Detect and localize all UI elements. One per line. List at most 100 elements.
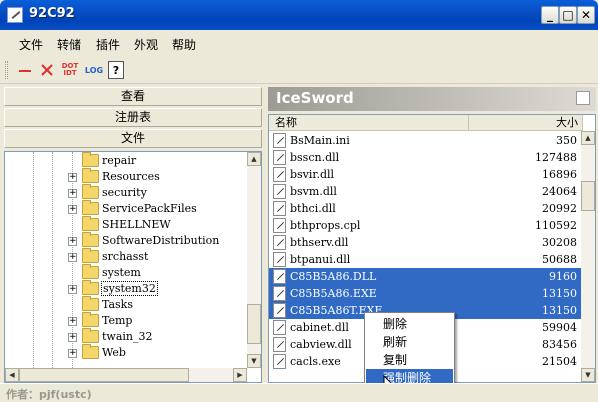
file-name: bsvir.dll <box>290 168 335 181</box>
file-row[interactable]: BsMain.ini 350 <box>269 132 583 149</box>
file-size: 83456 <box>542 338 577 351</box>
app-icon <box>7 7 23 23</box>
tree-item[interactable]: SHELLNEW <box>5 216 250 233</box>
tree-item-label: security <box>102 186 147 199</box>
scroll-up-arrow-icon[interactable]: ▲ <box>581 131 595 145</box>
tree-item-label: Web <box>102 346 126 359</box>
folder-icon <box>82 216 99 231</box>
idt-label: IDT <box>63 69 77 77</box>
expand-toggle[interactable]: + <box>68 349 77 358</box>
context-copy[interactable]: 复制 <box>366 351 453 369</box>
menu-plugins[interactable]: 插件 <box>96 36 120 53</box>
nav-files-button[interactable]: 文件 <box>4 129 262 148</box>
scroll-up-arrow-icon[interactable]: ▲ <box>247 152 261 166</box>
scroll-down-arrow-icon[interactable]: ▼ <box>581 368 595 382</box>
nav-registry-button[interactable]: 注册表 <box>4 108 262 127</box>
minimize-button[interactable]: _ <box>541 6 559 24</box>
left-pane: 查看 注册表 文件 repair + Resources + security … <box>4 87 262 383</box>
scroll-left-arrow-icon[interactable]: ◀ <box>5 368 19 382</box>
file-row[interactable]: bthci.dll 20992 <box>269 200 583 217</box>
expand-toggle[interactable]: + <box>68 285 77 294</box>
expand-toggle[interactable]: + <box>68 237 77 246</box>
file-icon <box>273 337 286 352</box>
tree-item-label: system <box>102 266 141 279</box>
expand-toggle[interactable]: + <box>68 317 77 326</box>
tree-item[interactable]: Tasks <box>5 296 250 313</box>
nav-view-button[interactable]: 查看 <box>4 87 262 106</box>
scroll-right-arrow-icon[interactable]: ▶ <box>233 368 247 382</box>
expand-toggle[interactable]: + <box>68 333 77 342</box>
file-row-selected[interactable]: C85B5A86.EXE 13150 <box>269 285 583 302</box>
tree-item[interactable]: + security <box>5 184 250 201</box>
file-row[interactable]: bthprops.cpl 110592 <box>269 217 583 234</box>
tree-vertical-scrollbar[interactable]: ▲ ▼ <box>247 152 261 368</box>
file-icon <box>273 167 286 182</box>
file-row-selected[interactable]: C85B5A86.DLL 9160 <box>269 268 583 285</box>
tree-item[interactable]: + Resources <box>5 168 250 185</box>
file-row[interactable]: bsscn.dll 127488 <box>269 149 583 166</box>
expand-toggle[interactable]: + <box>68 173 77 182</box>
scrollbar-thumb[interactable] <box>19 368 189 382</box>
author-credit: 作者：pjf(ustc) <box>6 388 92 401</box>
status-bar: 作者：pjf(ustc) <box>0 383 598 401</box>
tree-item-label: srchasst <box>102 250 149 263</box>
scrollbar-thumb[interactable] <box>247 304 261 344</box>
file-name: bthprops.cpl <box>290 219 361 232</box>
menu-dump[interactable]: 转储 <box>57 36 81 53</box>
file-row[interactable]: bsvir.dll 16896 <box>269 166 583 183</box>
window-title: 92C92 <box>29 6 75 21</box>
brand-title: IceSword <box>276 89 354 107</box>
file-size: 13150 <box>542 304 577 317</box>
minus-icon[interactable] <box>17 61 33 79</box>
folder-icon <box>82 168 99 183</box>
folder-icon <box>82 328 99 343</box>
tree-item-label: ServicePackFiles <box>102 202 197 215</box>
file-size: 127488 <box>535 151 577 164</box>
tree-horizontal-scrollbar[interactable]: ◀ ▶ <box>5 368 247 382</box>
tree-item-selected[interactable]: + system32 <box>5 280 250 297</box>
help-icon[interactable]: ? <box>108 61 124 79</box>
tree-item[interactable]: + twain_32 <box>5 328 250 345</box>
tree-item-label: repair <box>102 154 137 167</box>
scroll-down-arrow-icon[interactable]: ▼ <box>247 354 261 368</box>
tree-item[interactable]: + SoftwareDistribution <box>5 232 250 249</box>
context-refresh[interactable]: 刷新 <box>366 333 453 351</box>
column-header-name[interactable]: 名称 <box>269 115 469 131</box>
tree-item[interactable]: + Web <box>5 344 250 361</box>
file-row[interactable]: bthserv.dll 30208 <box>269 234 583 251</box>
file-icon <box>273 354 286 369</box>
list-vertical-scrollbar[interactable]: ▲ ▼ <box>581 131 595 382</box>
column-header-size[interactable]: 大小 <box>469 115 583 131</box>
close-button[interactable]: ✕ <box>577 6 595 24</box>
maximize-button[interactable]: □ <box>559 6 577 24</box>
file-size: 30208 <box>542 236 577 249</box>
file-name: BsMain.ini <box>290 134 350 147</box>
file-icon <box>273 201 286 216</box>
menu-help[interactable]: 帮助 <box>172 36 196 53</box>
tree-item[interactable]: + ServicePackFiles <box>5 200 250 217</box>
expand-toggle[interactable]: + <box>68 205 77 214</box>
file-name: btpanui.dll <box>290 253 351 266</box>
folder-icon <box>82 200 99 215</box>
context-menu: 删除 刷新 复制 强制删除 <box>364 312 455 389</box>
file-size: 13150 <box>542 287 577 300</box>
delete-x-icon[interactable] <box>39 61 55 79</box>
dot-idt-button[interactable]: DOT IDT <box>61 61 79 79</box>
file-icon <box>273 252 286 267</box>
menu-appearance[interactable]: 外观 <box>134 36 158 53</box>
expand-toggle[interactable]: + <box>68 253 77 262</box>
expand-toggle[interactable]: + <box>68 189 77 198</box>
log-button[interactable]: LOG <box>84 61 104 79</box>
context-delete[interactable]: 删除 <box>366 315 453 333</box>
scrollbar-thumb[interactable] <box>581 181 595 211</box>
tree-item[interactable]: + Temp <box>5 312 250 329</box>
tree-item[interactable]: repair <box>5 152 250 169</box>
file-row[interactable]: btpanui.dll 50688 <box>269 251 583 268</box>
file-icon <box>273 235 286 250</box>
file-name: bsscn.dll <box>290 151 340 164</box>
file-row[interactable]: bsvm.dll 24064 <box>269 183 583 200</box>
tree-item[interactable]: system <box>5 264 250 281</box>
menu-file[interactable]: 文件 <box>19 36 43 53</box>
file-size: 50688 <box>542 253 577 266</box>
tree-item[interactable]: + srchasst <box>5 248 250 265</box>
